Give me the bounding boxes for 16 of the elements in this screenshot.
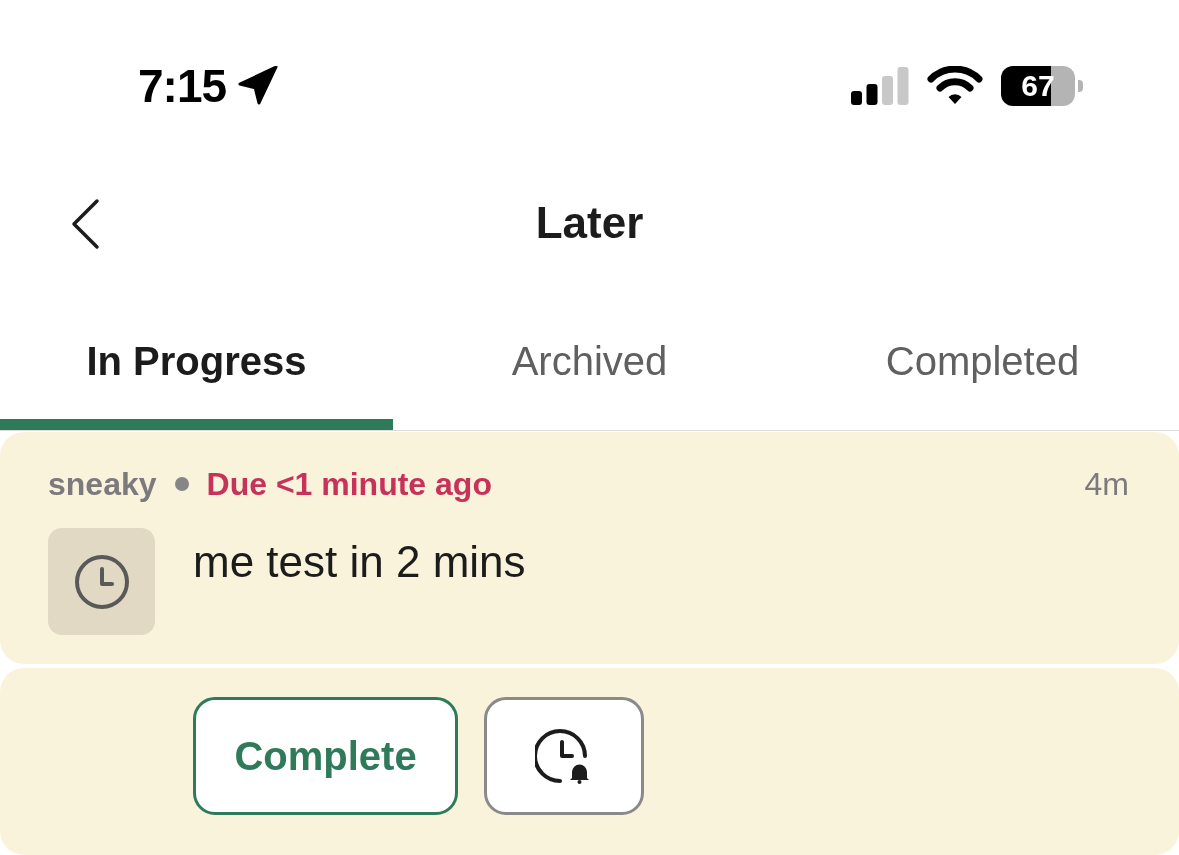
saved-item-card[interactable]: sneaky Due <1 minute ago 4m me test in 2 mins	[0, 432, 1179, 664]
channel-name: sneaky	[48, 465, 157, 504]
item-age: 4m	[1084, 465, 1129, 504]
screen-title: Later	[535, 197, 644, 250]
status-time: 7:15	[138, 63, 227, 110]
tab[interactable]: Archived	[393, 274, 786, 430]
reminder-button[interactable]	[484, 697, 644, 815]
item-message: me test in 2 mins	[193, 536, 526, 588]
tab[interactable]: Completed	[786, 274, 1179, 430]
location-arrow-icon	[238, 66, 279, 107]
separator-dot-icon	[174, 477, 189, 491]
due-label: Due <1 minute ago	[206, 465, 492, 504]
complete-button[interactable]: Complete	[193, 697, 458, 815]
back-chevron-icon	[69, 198, 101, 251]
clock-icon	[48, 528, 155, 635]
signal-icon	[851, 67, 909, 106]
